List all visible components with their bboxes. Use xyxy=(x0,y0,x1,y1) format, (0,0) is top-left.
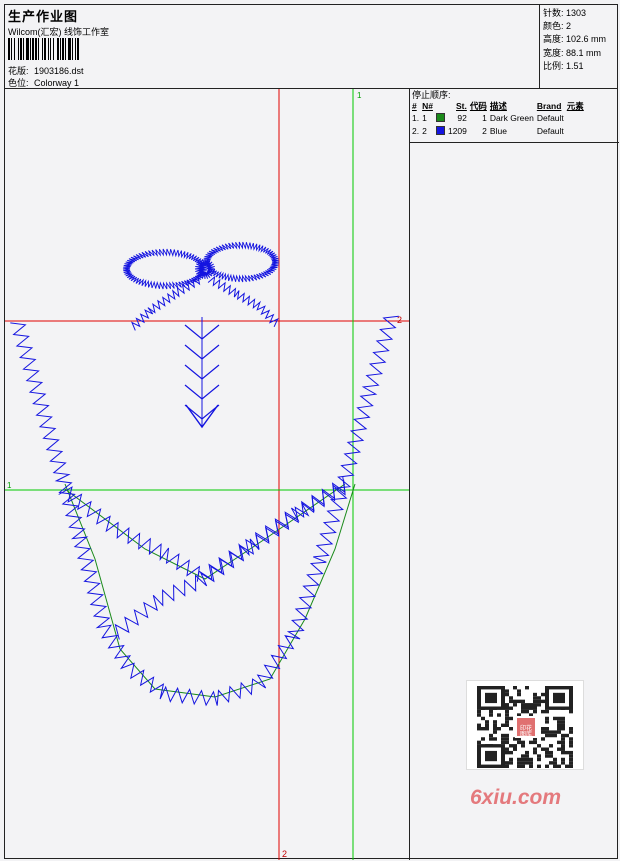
middle-band-zigzag xyxy=(58,477,346,582)
colorway-line: 色位: Colorway 1 xyxy=(8,76,79,89)
col-index: # xyxy=(412,101,417,111)
svg-text:图库: 图库 xyxy=(520,730,532,738)
stat-stitches: 针数: 1303 xyxy=(543,8,587,18)
color-swatch xyxy=(435,125,445,135)
design-stats: 针数: 1303 颜色: 2 高度: 102.6 mm 宽度: 88.1 mm … xyxy=(539,5,619,89)
stop-sequence-caption: 停止顺序: xyxy=(412,90,451,100)
studio-name: Wilcom(汇宏) 线饰工作室 xyxy=(8,27,109,37)
stat-ratio: 比例: 1.51 xyxy=(543,60,584,71)
bow-right-loop xyxy=(202,241,280,283)
qr-code-watermark: 印花 图库 xyxy=(466,680,584,770)
bow-right-tail xyxy=(207,275,279,328)
guide-label-bottom: 2 xyxy=(282,849,287,859)
col-desc: 描述 xyxy=(489,101,507,111)
color-swatch xyxy=(435,113,445,122)
col-element: 元素 xyxy=(566,101,584,111)
stat-width: 宽度: 88.1 mm xyxy=(543,47,602,58)
green-underlay-outer xyxy=(64,483,356,698)
colorway-value: Colorway 1 xyxy=(34,78,80,88)
col-code: 代码 xyxy=(469,101,487,111)
stitch-paths xyxy=(10,241,399,707)
stop-sequence-table: # N# St. 代码 描述 Brand 元素 1. 1 92 1 Dark G… xyxy=(412,101,587,137)
outer-cup-zigzag xyxy=(10,315,399,707)
col-n: N# xyxy=(422,101,433,111)
col-swatch xyxy=(436,101,448,112)
stop-table-header: # N# St. 代码 描述 Brand 元素 xyxy=(412,101,587,112)
worksheet-header: 生产作业图 Wilcom(汇宏) 线饰工作室 花版: 1903186.dst 色位… xyxy=(5,5,617,89)
guide-label-left: 1 xyxy=(7,481,12,490)
stop-sequence-panel: 停止顺序: # N# St. 代码 描述 Brand 元素 1. 1 92 1 … xyxy=(410,89,619,143)
table-row: 1. 1 92 1 Dark Green Default xyxy=(412,113,564,123)
barcode xyxy=(8,38,146,60)
green-underlay-inner xyxy=(64,483,346,580)
guide-label-top: 1 xyxy=(357,91,362,100)
page-title: 生产作业图 xyxy=(8,9,79,24)
site-watermark: 6xiu.com xyxy=(470,786,562,809)
design-canvas: 1 2 1 2 xyxy=(5,89,410,860)
table-row: 2. 2 1209 2 Blue Default xyxy=(412,125,564,136)
col-stitches: St. xyxy=(456,101,467,111)
design-file-value: 1903186.dst xyxy=(34,66,84,76)
embroidery-preview: 1 2 1 2 xyxy=(5,89,409,860)
bow-left-loop xyxy=(122,248,208,290)
col-brand: Brand xyxy=(536,101,562,111)
colorway-label: 色位: xyxy=(8,78,29,88)
stat-height: 高度: 102.6 mm xyxy=(543,34,607,45)
stat-colors: 颜色: 2 xyxy=(543,21,572,32)
qr-code-icon: 印花图库 xyxy=(477,686,573,768)
